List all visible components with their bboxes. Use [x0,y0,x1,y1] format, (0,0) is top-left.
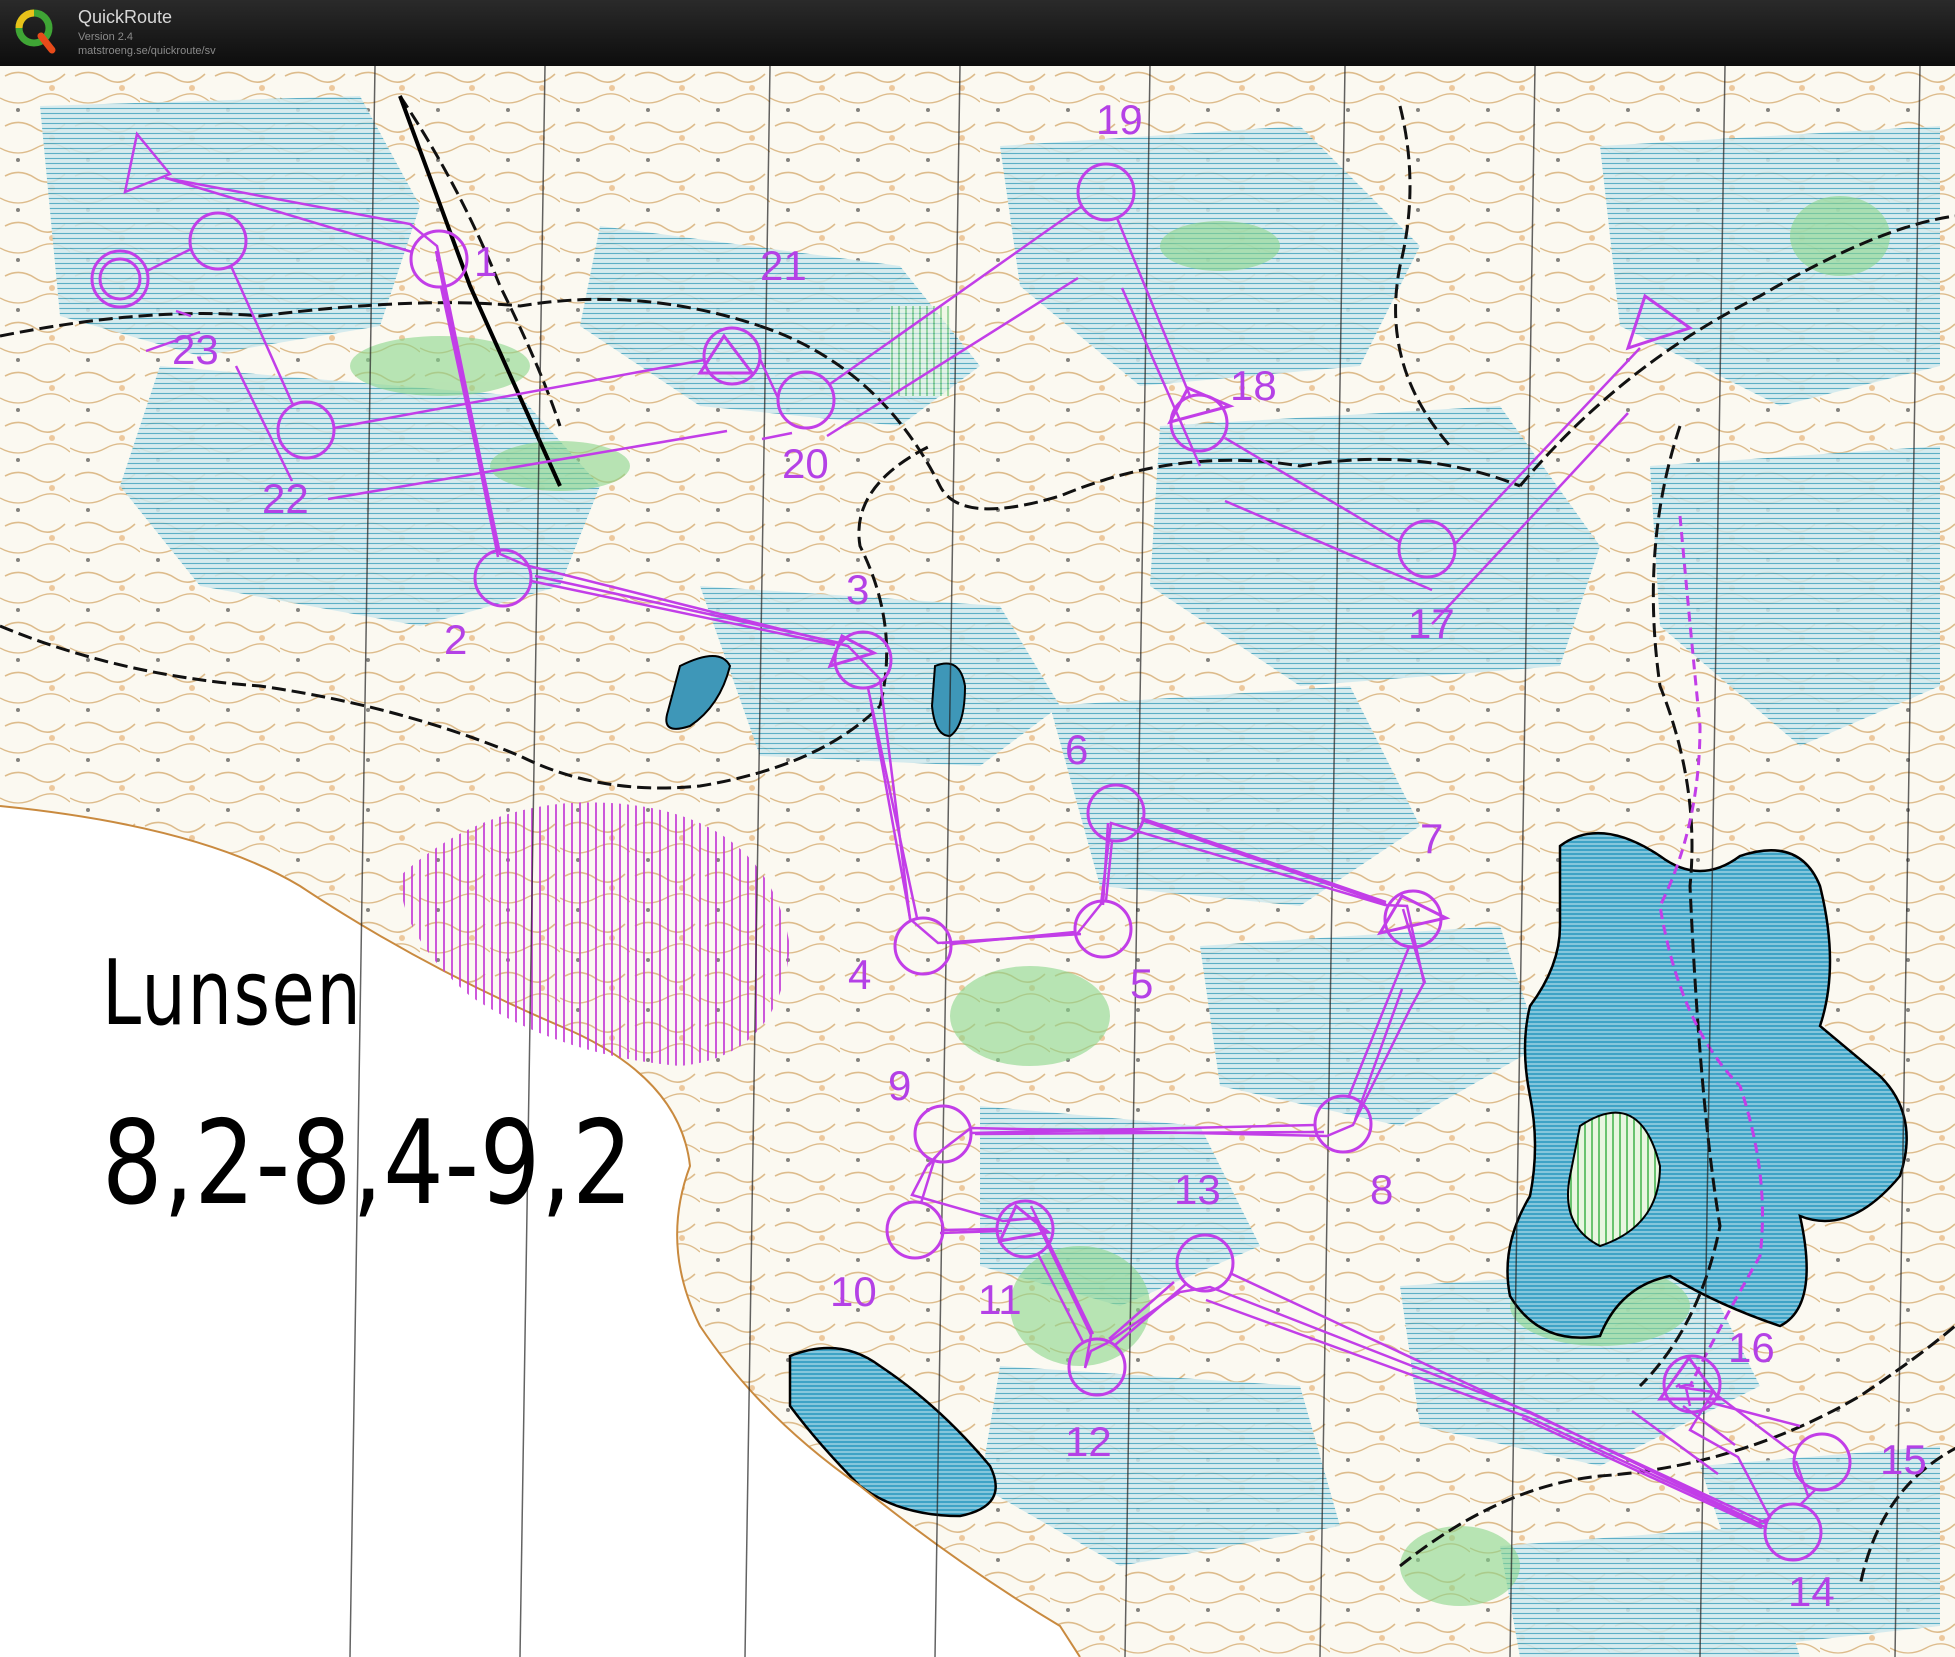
control-number: 3 [846,566,869,613]
quickroute-logo-icon [15,9,56,54]
control-number: 11 [978,1276,1022,1323]
course-lengths: 8,2-8,4-9,2 [102,1096,634,1231]
control-number: 21 [760,242,807,289]
control-number: 5 [1130,960,1153,1007]
control-number: 10 [830,1268,877,1315]
control-number: 7 [1420,815,1443,862]
control-number: 13 [1174,1166,1221,1213]
control-number: 14 [1788,1568,1835,1615]
app-title: QuickRoute [78,7,173,27]
event-name: Lunsen [102,941,363,1046]
control-number: 19 [1096,96,1143,143]
orienteering-map: 1 2 3 4 5 6 7 8 9 10 11 12 13 14 15 16 1… [0,66,1955,1657]
control-number: 18 [1230,362,1277,409]
control-number: 20 [782,440,829,487]
control-number: 15 [1880,1436,1927,1483]
title-bar: QuickRoute Version 2.4 matstroeng.se/qui… [0,0,1955,66]
control-number: 9 [888,1062,911,1109]
map-viewport[interactable]: 1 2 3 4 5 6 7 8 9 10 11 12 13 14 15 16 1… [0,66,1955,1657]
app-url: matstroeng.se/quickroute/sv [78,45,216,57]
control-number: 6 [1065,726,1088,773]
control-number: 23 [172,326,219,373]
control-number: 8 [1370,1166,1393,1213]
control-number: 1 [474,238,497,285]
control-number: 17 [1408,600,1455,647]
control-number: 12 [1065,1418,1112,1465]
control-number: 16 [1728,1324,1775,1371]
app-version: Version 2.4 [78,31,134,43]
control-number: 22 [262,475,309,522]
control-number: 4 [848,951,871,998]
control-number: 2 [444,616,467,663]
